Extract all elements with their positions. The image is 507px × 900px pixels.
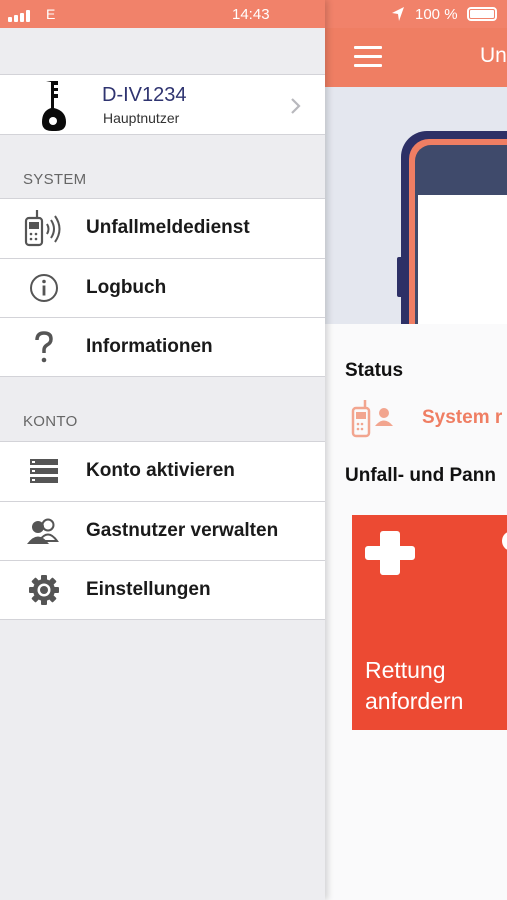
gear-icon [22, 571, 66, 609]
phone-signal-icon [22, 209, 66, 247]
request-rescue-label: Rettung anfordern [365, 657, 464, 714]
question-icon [22, 328, 66, 366]
system-status-value: System r [422, 407, 503, 428]
menu-label: Konto aktivieren [86, 460, 235, 481]
key-icon [42, 81, 66, 131]
account-menu: Konto aktivieren Gastnutzer verwalten Ei… [0, 441, 325, 620]
status-label: Status [345, 360, 404, 381]
user-role: Hauptnutzer [103, 110, 180, 126]
status-bar-left: E 14:43 [0, 0, 325, 28]
carrier-label: E [46, 6, 56, 22]
status-bar-right: 100 % [325, 0, 507, 28]
section-header-system: SYSTEM [23, 171, 87, 188]
vehicle-id: D-IV1234 [102, 84, 187, 106]
battery-percent: 100 % [415, 6, 458, 23]
system-menu: Unfallmeldedienst Logbuch Informationen [0, 198, 325, 377]
chevron-right-icon [291, 98, 301, 114]
medical-cross-icon [365, 531, 415, 575]
vehicle-profile-row[interactable]: D-IV1234 Hauptnutzer [0, 74, 325, 135]
users-icon [22, 512, 66, 550]
clock: 14:43 [232, 6, 270, 23]
accident-breakdown-section-label: Unfall- und Pann [345, 465, 496, 486]
menu-label: Einstellungen [86, 579, 211, 600]
menu-item-gastnutzer-verwalten[interactable]: Gastnutzer verwalten [0, 501, 325, 560]
secondary-icon [502, 531, 507, 551]
app-navbar: Un [325, 28, 507, 87]
menu-item-unfallmeldedienst[interactable]: Unfallmeldedienst [0, 199, 325, 258]
main-screen: 100 % Un Status System r Unfall- und Pan… [325, 0, 507, 900]
info-icon [22, 269, 66, 307]
menu-item-konto-aktivieren[interactable]: Konto aktivieren [0, 442, 325, 501]
phone-user-status-icon [351, 400, 393, 438]
location-arrow-icon [392, 7, 404, 21]
menu-label: Gastnutzer verwalten [86, 520, 279, 541]
menu-label: Informationen [86, 336, 213, 357]
menu-label: Unfallmeldedienst [86, 217, 250, 238]
hamburger-menu-icon[interactable] [354, 46, 382, 68]
signal-strength-icon [8, 10, 34, 22]
battery-icon [467, 7, 497, 21]
nav-title: Un [480, 44, 507, 67]
menu-item-informationen[interactable]: Informationen [0, 317, 325, 376]
menu-label: Logbuch [86, 277, 167, 298]
menu-item-logbuch[interactable]: Logbuch [0, 258, 325, 317]
server-icon [22, 452, 66, 490]
hero-phone-illustration [325, 87, 507, 324]
side-drawer: E 14:43 D-IV1234 Hauptnutzer SYSTEM Unfa… [0, 0, 325, 900]
section-header-konto: KONTO [23, 413, 78, 430]
request-rescue-button[interactable]: Rettung anfordern [352, 515, 507, 730]
menu-item-einstellungen[interactable]: Einstellungen [0, 560, 325, 619]
